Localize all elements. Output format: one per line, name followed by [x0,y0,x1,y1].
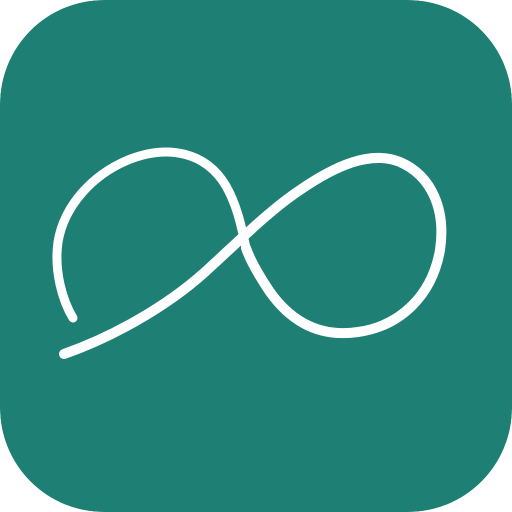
app-icon[interactable] [0,0,512,512]
app-icon-graphic [0,0,512,512]
